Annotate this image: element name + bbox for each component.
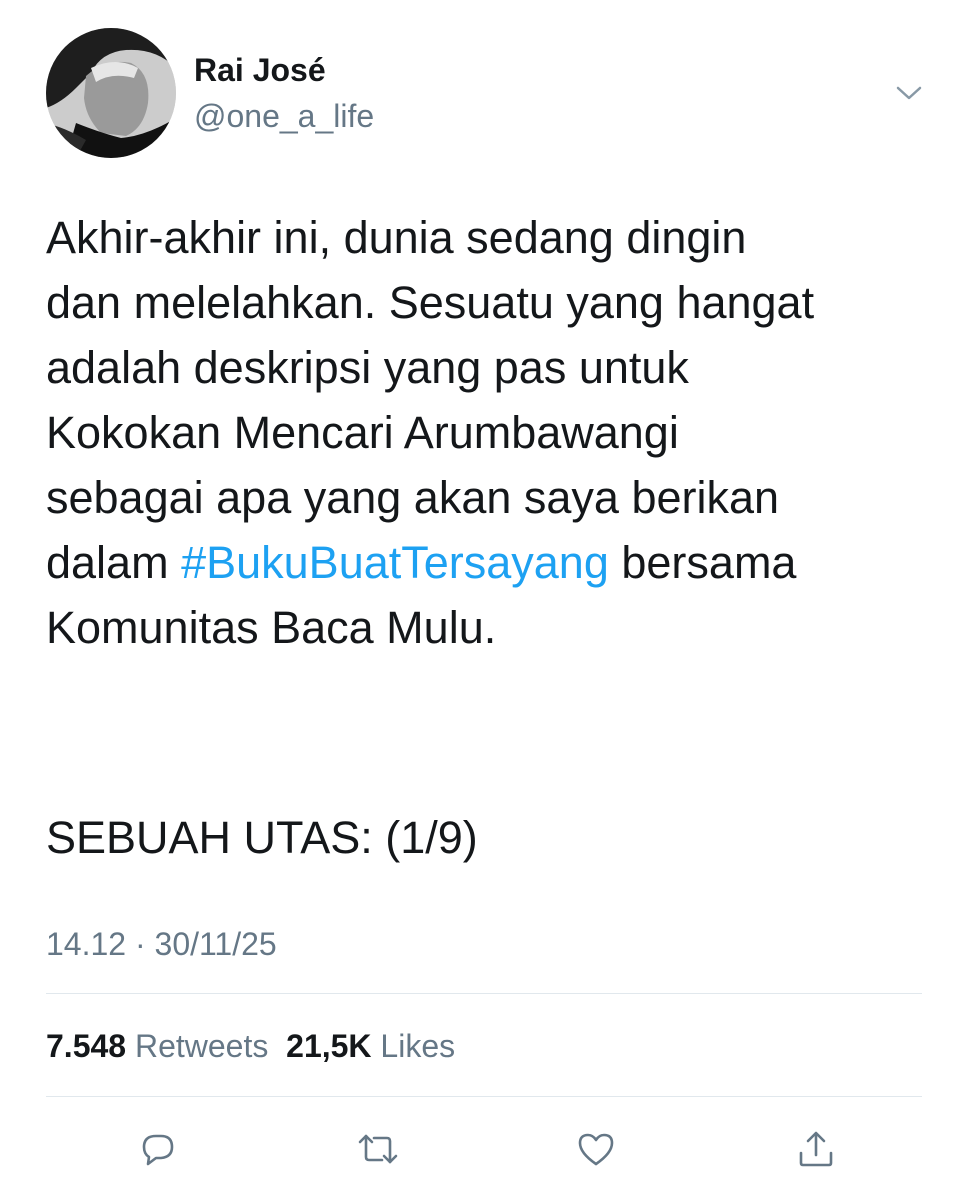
share-icon[interactable] <box>794 1127 838 1171</box>
tweet-text-fragment: bersama <box>608 537 797 588</box>
tweet-text-fragment: dalam <box>46 537 182 588</box>
author-handle[interactable]: @one_a_life <box>194 96 374 136</box>
tweet-text: Akhir-akhir ini, dunia sedang dingin dan… <box>46 205 936 660</box>
action-bar <box>0 1127 970 1171</box>
tweet-text-line: Komunitas Baca Mulu. <box>46 602 497 653</box>
hashtag-link[interactable]: #BukuBuatTersayang <box>181 537 609 588</box>
retweet-icon[interactable] <box>356 1127 400 1171</box>
tweet-text-line: adalah deskripsi yang pas untuk <box>46 342 689 393</box>
chevron-down-icon[interactable] <box>892 80 926 104</box>
divider <box>46 1096 922 1097</box>
retweets-label: Retweets <box>134 1028 269 1064</box>
divider <box>46 993 922 994</box>
thread-label: SEBUAH UTAS: (1/9) <box>46 812 478 863</box>
likes-count: 21,5K <box>286 1028 372 1064</box>
tweet-stats: 7.548 Retweets 21,5K Likes <box>46 1024 455 1068</box>
retweets-count: 7.548 <box>46 1028 127 1064</box>
tweet-text-line: Akhir-akhir ini, dunia sedang dingin <box>46 212 747 263</box>
tweet-text-line: sebagai apa yang akan saya berikan <box>46 472 780 523</box>
tweet-text-line: Kokokan Mencari Arumbawangi <box>46 407 679 458</box>
avatar[interactable] <box>46 28 176 158</box>
tweet-text-line: dalam #BukuBuatTersayang bersama <box>46 530 936 595</box>
heart-icon[interactable] <box>574 1127 618 1171</box>
likes-label: Likes <box>380 1028 456 1064</box>
tweet-timestamp[interactable]: 14.12 · 30/11/25 <box>46 922 277 966</box>
retweets-stat[interactable]: 7.548 Retweets <box>46 1028 268 1064</box>
tweet-text-line: dan melelahkan. Sesuatu yang hangat <box>46 277 815 328</box>
author-display-name[interactable]: Rai José <box>194 50 326 90</box>
reply-icon[interactable] <box>136 1127 180 1171</box>
likes-stat[interactable]: 21,5K Likes <box>286 1028 455 1064</box>
